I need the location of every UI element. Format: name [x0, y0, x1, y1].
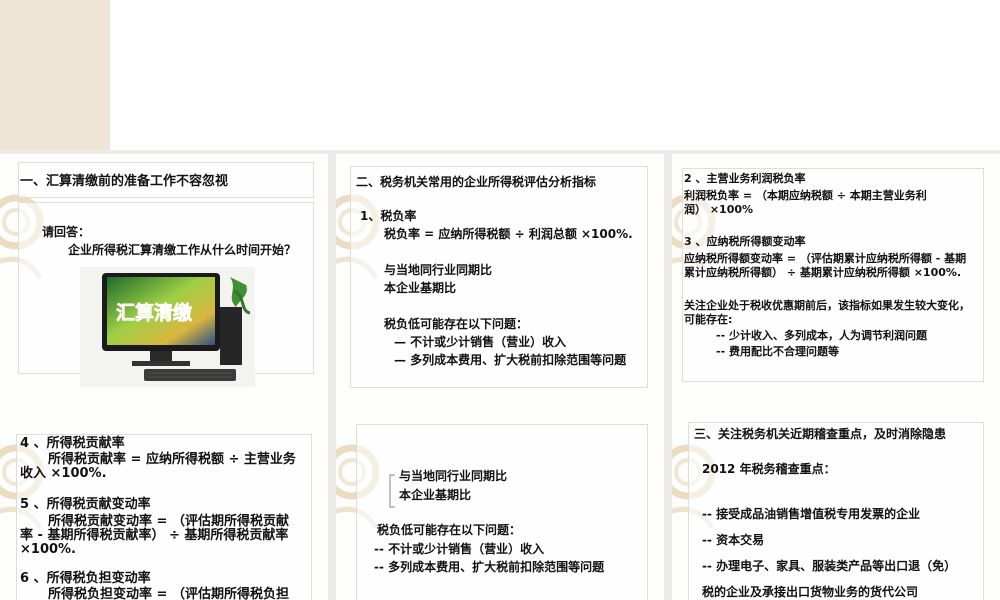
focus-item: -- 资本交易	[702, 533, 765, 547]
formula-text: 利润税负率 = （本期应纳税额 ÷ 本期主营业务利	[684, 189, 927, 202]
formula-text: 所得税贡献变动率 = （评估期所得税贡献	[48, 514, 289, 529]
slide-title: 一、汇算清缴前的准备工作不容忽视	[20, 174, 229, 189]
issues-heading: 税负低可能存在以下问题：	[384, 317, 529, 331]
bullet-item: -- 费用配比不合理问题等	[716, 345, 839, 358]
formula-text: 润） ×100%	[684, 203, 754, 216]
previous-slide-panel	[0, 0, 1000, 150]
screen-caption: 汇算清缴	[116, 301, 193, 324]
slide-2[interactable]: 二、税务机关常用的企业所得税评估分析指标 1、税负率 税负率 = 应纳所得税额 …	[336, 154, 664, 404]
note-text: 可能存在:	[684, 313, 733, 326]
bullet-item: -- 少计收入、多列成本，人为调节利润问题	[716, 329, 927, 342]
slide-5[interactable]: 与当地同行业同期比 本企业基期比 税负低可能存在以下问题： -- 不计或少计销售…	[336, 404, 664, 600]
compare-text: 与当地同行业同期比	[384, 263, 493, 277]
section-heading: 2 、主营业务利润税负率	[684, 172, 806, 185]
issues-heading: 税负低可能存在以下问题：	[377, 523, 522, 537]
focus-item: 税的企业及承接出口货物业务的货代公司	[702, 585, 919, 599]
focus-item: -- 办理电子、家具、服装类产品等出口退（免）	[702, 559, 957, 573]
focus-item: -- 接受成品油销售增值税专用发票的企业	[702, 507, 921, 521]
formula-text: 率 - 基期所得税贡献率） ÷ 基期所得税贡献率	[20, 528, 289, 543]
issue-item: — 多列成本费用、扩大税前扣除范围等问题	[394, 353, 627, 367]
slide-3[interactable]: 2 、主营业务利润税负率 利润税负率 = （本期应纳税额 ÷ 本期主营业务利 润…	[672, 154, 1000, 404]
slide-title: 三、关注税务机关近期稽查重点，及时消除隐患	[694, 427, 947, 441]
issue-item: -- 多列成本费用、扩大税前扣除范围等问题	[374, 560, 605, 574]
formula-text: 税负率 = 应纳所得税额 ÷ 利润总额 ×100%.	[384, 227, 633, 241]
question-text: 企业所得税汇算清缴工作从什么时间开始？	[68, 243, 297, 257]
formula-text: 应纳税所得额变动率 = （评估期累计应纳税所得额 - 基期	[684, 252, 967, 265]
issue-item: -- 不计或少计销售（营业）收入	[374, 542, 545, 556]
slide-subtitle: 2012 年税务稽查重点：	[702, 462, 836, 476]
slide-side-rail	[0, 0, 110, 150]
section-heading: 6 、所得税负担变动率	[20, 571, 151, 586]
slide-1[interactable]: 一、汇算清缴前的准备工作不容忽视 请回答： 企业所得税汇算清缴工作从什么时间开始…	[0, 154, 328, 404]
issue-item: — 不计或少计销售（营业）收入	[394, 335, 567, 349]
formula-text: 所得税贡献率 = 应纳所得税额 ÷ 主营业务	[48, 452, 296, 467]
formula-text: ×100%.	[20, 542, 76, 557]
compare-text: 本企业基期比	[384, 281, 457, 295]
computer-monitor-image: 汇算清缴	[80, 267, 255, 387]
section-heading: 3 、应纳税所得额变动率	[684, 235, 806, 248]
prompt-label: 请回答：	[42, 225, 91, 239]
note-text: 关注企业处于税收优惠期前后，该指标如果发生较大变化，	[684, 299, 970, 312]
compare-text: 与当地同行业同期比	[399, 469, 508, 483]
item-heading: 1、税负率	[360, 209, 417, 223]
slide-6[interactable]: 三、关注税务机关近期稽查重点，及时消除隐患 2012 年税务稽查重点： -- 接…	[672, 404, 1000, 600]
formula-text: 收入 ×100%.	[20, 466, 107, 481]
bracket-icon	[389, 474, 395, 508]
section-heading: 4 、所得税贡献率	[20, 436, 125, 451]
compare-text: 本企业基期比	[399, 488, 472, 502]
slide-title: 二、税务机关常用的企业所得税评估分析指标	[356, 175, 597, 189]
slide-4[interactable]: 4 、所得税贡献率 所得税贡献率 = 应纳所得税额 ÷ 主营业务 收入 ×100…	[0, 404, 328, 600]
formula-text: 所得税负担变动率 = （评估期所得税负担	[48, 587, 289, 600]
formula-text: 累计应纳税所得额） ÷ 基期累计应纳税所得额 ×100%.	[684, 266, 962, 279]
section-heading: 5 、所得税贡献变动率	[20, 497, 151, 512]
